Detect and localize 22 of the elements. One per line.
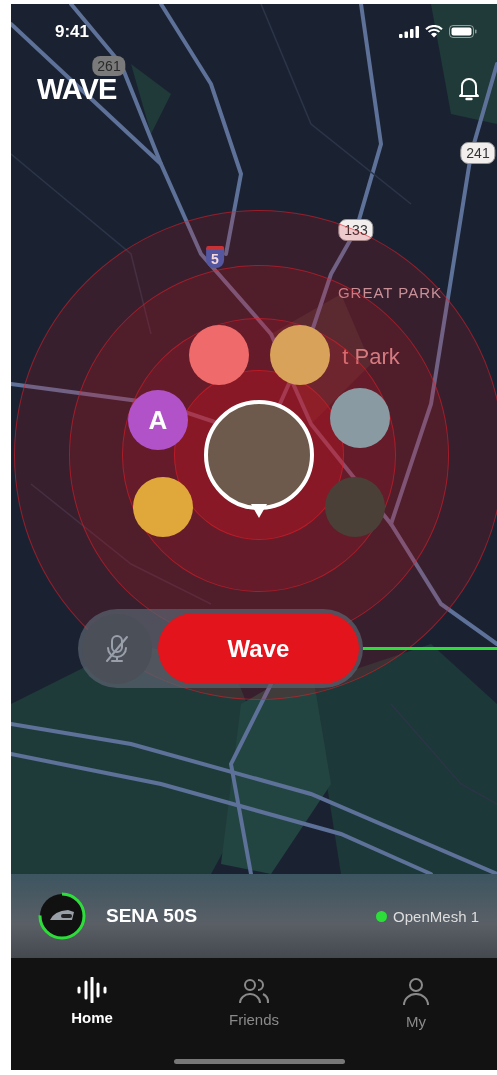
mic-off-icon [103,633,131,664]
wave-button[interactable]: Wave [158,613,359,684]
tab[interactable]: My [335,976,497,1031]
road-shield: 241 [460,142,496,164]
person-icon [401,977,431,1007]
wifi-icon [425,25,443,38]
device-battery-ring [36,890,88,942]
battery-icon [449,25,477,38]
road-shield: 5 [206,246,224,268]
people-icon [238,977,270,1005]
device-name: SENA 50S [106,905,199,927]
network-name: OpenMesh 1 [393,907,479,925]
road-shield: 133 [338,219,374,241]
status-time: 9:41 [55,21,90,42]
waveform-icon [76,977,108,1003]
tab[interactable]: Home [11,976,173,1027]
notifications-bell-icon[interactable] [457,76,481,102]
mic-toggle-button[interactable] [82,613,152,684]
signal-icon [399,25,419,38]
road-shield: 261 [92,56,126,76]
map-place-label: t Park [342,344,400,370]
tab[interactable]: Friends [173,976,335,1029]
